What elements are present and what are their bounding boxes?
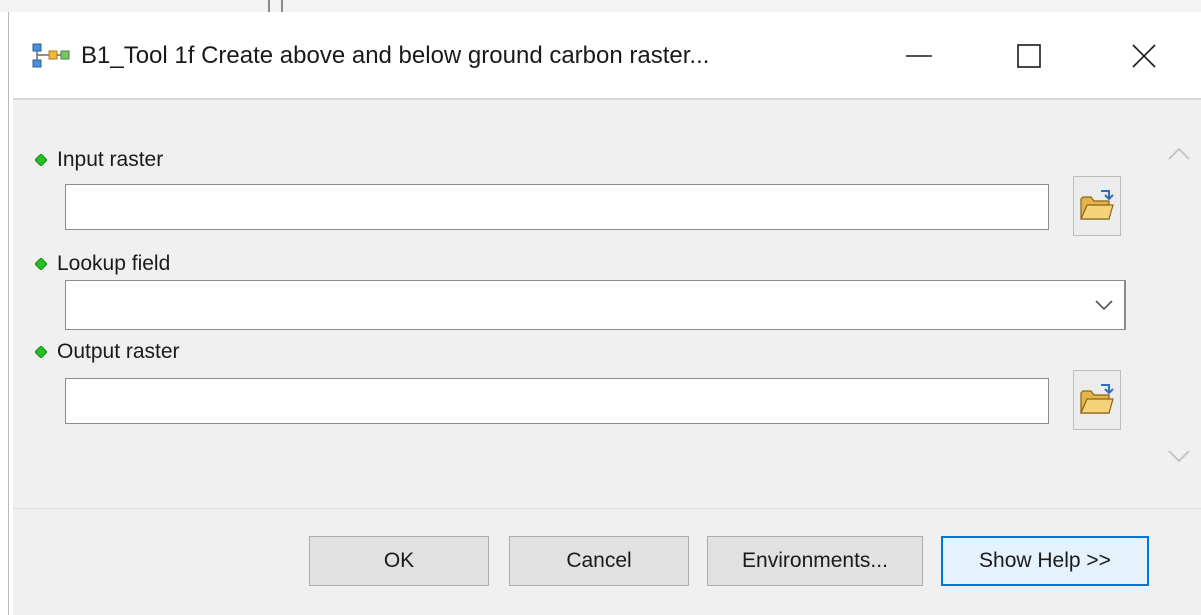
- maximize-icon: [1017, 44, 1041, 68]
- page: B1_Tool 1f Create above and below ground…: [0, 0, 1201, 615]
- parameters-panel: Input raster Lookup field Output raster: [13, 98, 1201, 508]
- output-raster-label: Output raster: [35, 340, 180, 364]
- lookup-field-select[interactable]: [65, 280, 1126, 330]
- output-raster-field[interactable]: [65, 378, 1049, 424]
- param-label-text: Lookup field: [57, 252, 171, 275]
- input-raster-browse-button[interactable]: [1073, 176, 1121, 236]
- show-help-button[interactable]: Show Help >>: [941, 536, 1149, 586]
- required-indicator-icon: [35, 258, 47, 270]
- chevron-down-icon[interactable]: [1167, 448, 1191, 464]
- model-tool-icon: [31, 42, 71, 70]
- window-title: B1_Tool 1f Create above and below ground…: [81, 42, 710, 69]
- required-indicator-icon: [35, 346, 47, 358]
- background-window-edge: [0, 0, 1201, 12]
- input-raster-field[interactable]: [65, 184, 1049, 230]
- dialog-footer: OK Cancel Environments... Show Help >>: [13, 508, 1201, 615]
- param-label-text: Output raster: [57, 340, 180, 363]
- minimize-icon: [906, 55, 932, 57]
- lookup-field-label: Lookup field: [35, 252, 170, 276]
- vertical-scrollbar[interactable]: [1157, 100, 1201, 508]
- open-folder-icon: [1080, 384, 1114, 414]
- title-bar[interactable]: B1_Tool 1f Create above and below ground…: [9, 12, 1201, 98]
- minimize-button[interactable]: [889, 34, 949, 78]
- output-raster-browse-button[interactable]: [1073, 370, 1121, 430]
- chevron-up-icon[interactable]: [1167, 146, 1191, 162]
- tool-dialog: B1_Tool 1f Create above and below ground…: [8, 12, 1201, 615]
- chevron-down-icon: [1095, 300, 1113, 311]
- close-icon: [1132, 44, 1156, 68]
- ok-button[interactable]: OK: [309, 536, 489, 586]
- open-folder-icon: [1080, 190, 1114, 220]
- background-divider: [281, 0, 283, 12]
- environments-button[interactable]: Environments...: [707, 536, 923, 586]
- cancel-button[interactable]: Cancel: [509, 536, 689, 586]
- close-button[interactable]: [1114, 34, 1174, 78]
- param-label-text: Input raster: [57, 148, 164, 171]
- required-indicator-icon: [35, 154, 47, 166]
- maximize-button[interactable]: [999, 34, 1059, 78]
- background-divider: [268, 0, 270, 12]
- input-raster-label: Input raster: [35, 148, 163, 172]
